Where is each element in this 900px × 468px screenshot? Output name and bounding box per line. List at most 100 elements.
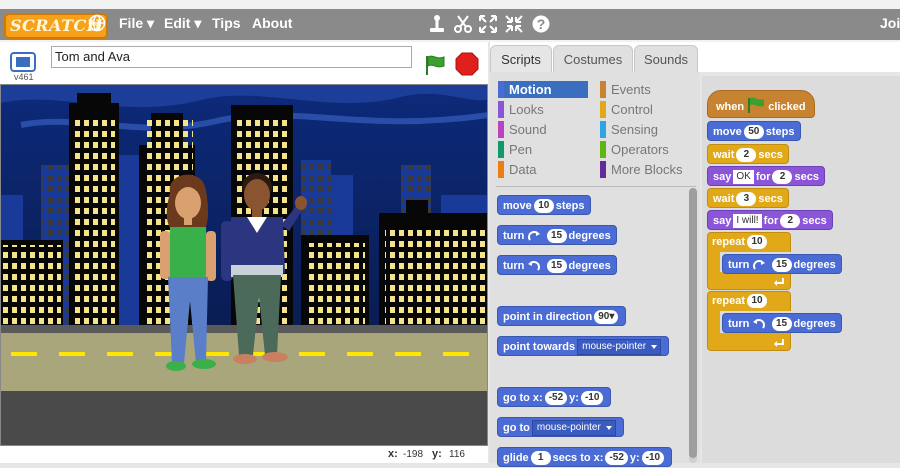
tab-scripts[interactable]: Scripts <box>490 45 552 73</box>
rotate-clockwise-icon <box>528 231 541 241</box>
version-label: v461 <box>14 72 34 82</box>
repeat-count-input[interactable]: 10 <box>747 294 768 309</box>
block-label: clicked <box>768 101 806 113</box>
repeat-header[interactable]: repeat 10 <box>707 291 774 311</box>
x-label: x: <box>388 448 398 460</box>
tab-sounds[interactable]: Sounds <box>634 45 698 73</box>
operators-swatch <box>600 141 606 158</box>
green-flag-icon[interactable] <box>424 54 446 76</box>
block-input[interactable]: 50 <box>743 125 764 140</box>
control-swatch <box>600 101 606 118</box>
category-sound[interactable]: Sound <box>498 121 588 138</box>
script-say-block[interactable]: say OK for 2 secs <box>707 166 825 186</box>
script-say-block[interactable]: say I will! for 2 secs <box>707 210 833 230</box>
category-pen[interactable]: Pen <box>498 141 588 158</box>
language-globe-icon[interactable] <box>88 14 106 32</box>
direction-dropdown[interactable]: 90▾ <box>594 310 619 325</box>
script-turn-right-block[interactable]: turn 15 degrees <box>722 254 842 274</box>
repeat-count-input[interactable]: 10 <box>747 235 768 250</box>
category-label: Sensing <box>611 122 658 137</box>
block-label: degrees <box>568 260 611 272</box>
block-label: say <box>713 215 732 227</box>
join-scratch-link[interactable]: Joi <box>880 15 900 31</box>
script-wait-block[interactable]: wait 2 secs <box>707 144 789 164</box>
target-dropdown[interactable]: mouse-pointer <box>577 339 662 356</box>
block-label: wait <box>713 193 735 205</box>
y-input[interactable]: -10 <box>580 391 604 406</box>
category-events[interactable]: Events <box>600 81 706 98</box>
category-operators[interactable]: Operators <box>600 141 706 158</box>
block-label: degrees <box>793 259 836 271</box>
green-flag-icon <box>748 97 765 114</box>
menu-about[interactable]: About <box>252 15 292 31</box>
x-input[interactable]: -52 <box>544 391 568 406</box>
palette-goto-xy-block[interactable]: go to x: -52 y: -10 <box>497 387 612 407</box>
category-label: Sound <box>509 122 547 137</box>
block-input[interactable]: 2 <box>780 214 801 229</box>
category-more-blocks[interactable]: More Blocks <box>600 161 706 178</box>
menu-bar: SCRATCH File ▾ Edit ▾ Tips About ? Joi <box>0 9 900 40</box>
stage[interactable] <box>0 84 488 446</box>
tom-sprite[interactable] <box>219 169 311 369</box>
palette-point-direction-block[interactable]: point in direction 90▾ <box>497 306 627 326</box>
menu-tips[interactable]: Tips <box>212 15 241 31</box>
project-title-input[interactable]: Tom and Ava <box>51 46 412 68</box>
category-label: Looks <box>509 102 544 117</box>
duplicate-stamp-icon[interactable] <box>428 14 446 34</box>
block-input[interactable]: 15 <box>771 258 792 273</box>
block-label: secs to x: <box>552 452 604 464</box>
fullscreen-icon[interactable] <box>10 52 36 72</box>
palette-goto-block[interactable]: go to mouse-pointer <box>497 417 624 437</box>
category-label: Motion <box>509 82 552 97</box>
stop-sign-icon[interactable] <box>455 52 479 76</box>
rotate-counterclockwise-icon <box>528 261 541 271</box>
category-label: More Blocks <box>611 162 683 177</box>
pen-swatch <box>498 141 504 158</box>
cut-scissors-icon[interactable] <box>453 14 473 34</box>
rotate-clockwise-icon <box>753 260 766 270</box>
block-label: secs <box>794 171 819 183</box>
grow-icon[interactable] <box>479 14 497 34</box>
block-label: go to <box>503 422 530 434</box>
say-text-input[interactable]: OK <box>733 170 754 185</box>
help-icon[interactable]: ? <box>531 14 551 34</box>
block-input[interactable]: 15 <box>546 229 567 244</box>
category-looks[interactable]: Looks <box>498 101 588 118</box>
sound-swatch <box>498 121 504 138</box>
target-dropdown[interactable]: mouse-pointer <box>531 420 616 437</box>
script-turn-left-block[interactable]: turn 15 degrees <box>722 313 842 333</box>
when-flag-clicked-hat[interactable]: when clicked <box>707 90 815 118</box>
block-input[interactable]: 2 <box>736 148 757 163</box>
palette-turn-left-block[interactable]: turn 15 degrees <box>497 255 617 275</box>
say-text-input[interactable]: I will! <box>733 214 762 229</box>
block-input[interactable]: 15 <box>546 259 567 274</box>
palette-point-towards-block[interactable]: point towards mouse-pointer <box>497 336 670 356</box>
palette-move-block[interactable]: move 10 steps <box>497 195 591 215</box>
category-label: Events <box>611 82 651 97</box>
scrollbar-thumb[interactable] <box>689 188 697 458</box>
block-label: turn <box>503 230 525 242</box>
ava-sprite[interactable] <box>156 173 226 373</box>
block-label: when <box>716 101 745 113</box>
palette-scrollbar[interactable] <box>689 188 697 463</box>
category-motion[interactable]: Motion <box>498 81 588 98</box>
category-control[interactable]: Control <box>600 101 706 118</box>
category-data[interactable]: Data <box>498 161 588 178</box>
loop-arrow-icon <box>774 278 784 286</box>
menu-file[interactable]: File ▾ <box>119 15 154 32</box>
menu-edit[interactable]: Edit ▾ <box>164 15 201 32</box>
tab-costumes[interactable]: Costumes <box>553 45 633 73</box>
category-sensing[interactable]: Sensing <box>600 121 706 138</box>
block-input[interactable]: 10 <box>533 199 554 214</box>
block-input[interactable]: 2 <box>772 170 793 185</box>
block-input[interactable]: 3 <box>736 192 757 207</box>
block-input[interactable]: 15 <box>771 317 792 332</box>
block-label: wait <box>713 149 735 161</box>
script-move-block[interactable]: move 50 steps <box>707 121 801 141</box>
block-label: for <box>763 215 779 227</box>
palette-glide-block[interactable]: glide 1 secs to x: -52 y: -10 <box>497 447 673 467</box>
script-wait-block[interactable]: wait 3 secs <box>707 188 789 208</box>
repeat-header[interactable]: repeat 10 <box>707 232 774 252</box>
palette-turn-right-block[interactable]: turn 15 degrees <box>497 225 617 245</box>
shrink-icon[interactable] <box>505 14 523 34</box>
